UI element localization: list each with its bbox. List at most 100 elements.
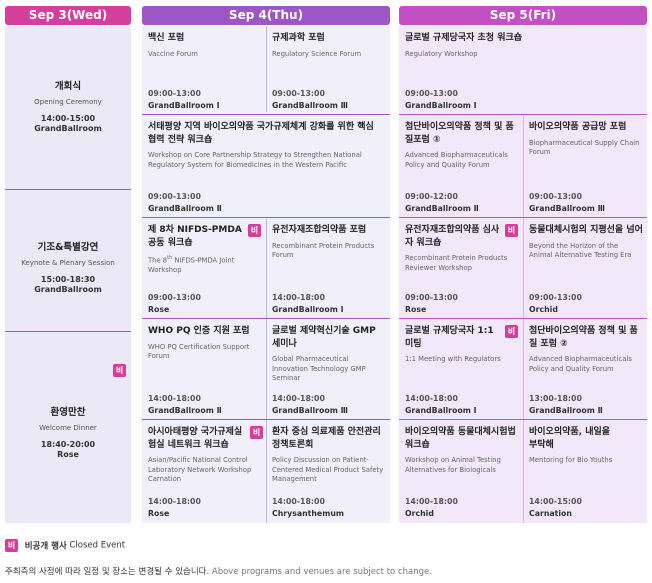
session-time: 09:00-13:00 xyxy=(148,192,201,201)
session-title: 바이오의약품 공급망 포럼 xyxy=(529,122,627,132)
session-title: 바이오의약품 동물대체시험법 워크숍 xyxy=(405,427,516,450)
day1-column: 개회식 Opening Ceremony 14:00-15:00 GrandBa… xyxy=(5,26,131,523)
day2-column: 백신 포럼 Vaccine Forum 09:00-13:00 GrandBal… xyxy=(142,26,390,523)
divider xyxy=(5,331,131,332)
session-subtitle: Global Pharmaceutical Innovation Technol… xyxy=(272,355,366,383)
session-time: 15:00-18:30 xyxy=(40,275,96,284)
divider xyxy=(142,114,390,115)
subtitle-prefix: The 8 xyxy=(148,256,168,265)
session-advanced-bio-forum-2: 첨단바이오의약품 정책 및 품질 포럼 ② Advanced Biopharma… xyxy=(529,325,643,417)
session-venue: Chrysanthemum xyxy=(272,509,345,518)
divider xyxy=(399,419,647,420)
header-sep3: Sep 3(Wed) xyxy=(5,6,131,25)
divider xyxy=(399,217,647,218)
session-venue: Carnation xyxy=(529,509,572,518)
divider xyxy=(142,419,390,420)
closed-event-legend: 비 비공개 행사 Closed Event xyxy=(5,539,125,552)
session-subtitle: Mentoring for Bio Youths xyxy=(529,456,613,464)
session-time: 14:00-18:00 xyxy=(405,497,458,506)
session-venue: Orchid xyxy=(529,305,558,314)
session-nifds-pmda-workshop: 제 8차 NIFDS-PMDA 공동 워크숍 The 8th NIFDS-PMD… xyxy=(148,224,262,316)
session-subtitle: Asian/Pacific National Control Laborator… xyxy=(148,456,252,484)
session-time: 14:00-18:00 xyxy=(148,497,201,506)
session-venue: GrandBallroom Ⅰ xyxy=(148,101,220,110)
session-title: 서태평양 지역 바이오의약품 국가규제체계 강화를 위한 핵심 협력 전략 워크… xyxy=(148,122,374,145)
session-title: 글로벌 제약혁신기술 GMP 세미나 xyxy=(272,326,376,349)
session-time: 09:00-12:00 xyxy=(405,192,458,201)
schedule-change-note: 주최측의 사정에 따라 일정 및 장소는 변경될 수 있습니다. Above p… xyxy=(5,565,432,577)
session-subtitle: WHO PQ Certification Support Forum xyxy=(148,342,250,361)
session-subtitle: Advanced Biopharmaceuticals Policy and Q… xyxy=(529,355,632,373)
closed-event-badge: 비 xyxy=(505,224,518,237)
session-title: 바이오의약품, 내일을 부탁해 xyxy=(529,427,611,450)
session-venue: GrandBallroom Ⅱ xyxy=(529,406,603,415)
closed-event-badge: 비 xyxy=(505,325,518,338)
session-vaccine-forum: 백신 포럼 Vaccine Forum 09:00-13:00 GrandBal… xyxy=(148,32,262,112)
session-time: 09:00-13:00 xyxy=(405,293,458,302)
session-title: 백신 포럼 xyxy=(148,33,185,43)
session-animal-alternative-horizon: 동물대체시험의 지평선을 넘어 Beyond the Horizon of th… xyxy=(529,224,643,316)
closed-event-badge: 비 xyxy=(248,224,261,237)
session-time: 09:00-13:00 xyxy=(529,293,582,302)
session-animal-testing-workshop: 바이오의약품 동물대체시험법 워크숍 Workshop on Animal Te… xyxy=(405,426,519,520)
legend-label-ko: 비공개 행사 xyxy=(24,541,67,552)
session-venue: Rose xyxy=(405,305,427,314)
divider xyxy=(142,318,390,319)
legend-label-en: Closed Event xyxy=(69,540,126,551)
session-title: 규제과학 포럼 xyxy=(272,33,325,43)
session-ncl-network-workshop: 아시아태평양 국가규제실험실 네트워크 워크숍 Asian/Pacific Na… xyxy=(148,426,262,520)
session-venue: GrandBallroom Ⅱ xyxy=(148,406,222,415)
day3-column: 글로벌 규제당국자 초청 워크숍 Regulatory Workshop 09:… xyxy=(399,26,647,523)
closed-event-badge: 비 xyxy=(5,539,18,552)
session-global-regulators-workshop: 글로벌 규제당국자 초청 워크숍 Regulatory Workshop 09:… xyxy=(405,32,643,112)
session-title: 첨단바이오의약품 정책 및 품질포럼 ① xyxy=(405,122,514,145)
session-subtitle: The 8th NIFDS-PMDA Joint Workshop xyxy=(148,254,262,275)
divider xyxy=(399,114,647,115)
session-regulatory-science-forum: 규제과학 포럼 Regulatory Science Forum 09:00-1… xyxy=(272,32,386,112)
session-venue: GrandBallroom Ⅲ xyxy=(272,101,348,110)
session-subtitle: Regulatory Science Forum xyxy=(272,49,362,58)
session-time: 09:00-13:00 xyxy=(272,89,325,98)
divider xyxy=(142,217,390,218)
session-subtitle: Workshop on Core Partnership Strategy to… xyxy=(148,151,362,169)
session-title: 환영만찬 xyxy=(50,407,86,418)
session-time: 14:00-18:00 xyxy=(148,394,201,403)
session-venue: GrandBallroom Ⅲ xyxy=(529,204,605,213)
session-time: 09:00-13:00 xyxy=(405,89,458,98)
session-venue: GrandBallroom xyxy=(34,124,102,133)
session-subtitle: Policy Discussion on Patient-Centered Me… xyxy=(272,456,384,484)
session-venue: GrandBallroom Ⅱ xyxy=(148,204,222,213)
session-subtitle: Opening Ceremony xyxy=(34,98,102,106)
session-patient-policy-discussion: 환자 중심 의료제품 안전관리 정책토론회 Policy Discussion … xyxy=(272,426,386,520)
session-gmp-seminar: 글로벌 제약혁신기술 GMP 세미나 Global Pharmaceutical… xyxy=(272,325,386,417)
session-time: 18:40-20:00 xyxy=(40,440,96,449)
session-subtitle: Regulatory Workshop xyxy=(405,49,478,58)
session-venue: Rose xyxy=(57,450,79,459)
session-title: WHO PQ 인증 지원 포럼 xyxy=(148,326,250,336)
divider xyxy=(266,26,267,112)
session-welcome-dinner: 환영만찬 Welcome Dinner 18:40-20:00 Rose xyxy=(5,404,131,459)
session-title: 개회식 xyxy=(54,81,82,92)
session-supply-chain-forum: 바이오의약품 공급망 포럼 Biopharmaceutical Supply C… xyxy=(529,121,643,215)
session-subtitle: 1:1 Meeting with Regulators xyxy=(405,355,501,363)
session-venue: GrandBallroom Ⅰ xyxy=(405,406,477,415)
session-title: 글로벌 규제당국자 초청 워크숍 xyxy=(405,33,523,43)
session-keynote: 기조&특별강연 Keynote & Plenary Session 15:00-… xyxy=(5,239,131,294)
session-subtitle: Keynote & Plenary Session xyxy=(21,259,115,267)
session-title: 유전자재조합의약품 포럼 xyxy=(272,225,367,235)
session-opening-ceremony: 개회식 Opening Ceremony 14:00-15:00 GrandBa… xyxy=(5,78,131,133)
session-subtitle: Welcome Dinner xyxy=(39,424,97,432)
closed-event-badge: 비 xyxy=(250,426,263,439)
session-venue: GrandBallroom Ⅱ xyxy=(405,204,479,213)
session-time: 09:00-13:00 xyxy=(148,293,201,302)
divider xyxy=(523,116,524,523)
session-title: 첨단바이오의약품 정책 및 품질 포럼 ② xyxy=(529,326,638,349)
session-title: 환자 중심 의료제품 안전관리 정책토론회 xyxy=(272,427,381,450)
closed-event-badge: 비 xyxy=(113,364,126,377)
session-venue: Rose xyxy=(148,305,170,314)
note-en: Above programs and venues are subject to… xyxy=(211,567,432,577)
header-sep5: Sep 5(Fri) xyxy=(399,6,647,25)
session-time: 13:00-18:00 xyxy=(529,394,582,403)
divider xyxy=(399,318,647,319)
session-time: 14:00-18:00 xyxy=(272,394,325,403)
